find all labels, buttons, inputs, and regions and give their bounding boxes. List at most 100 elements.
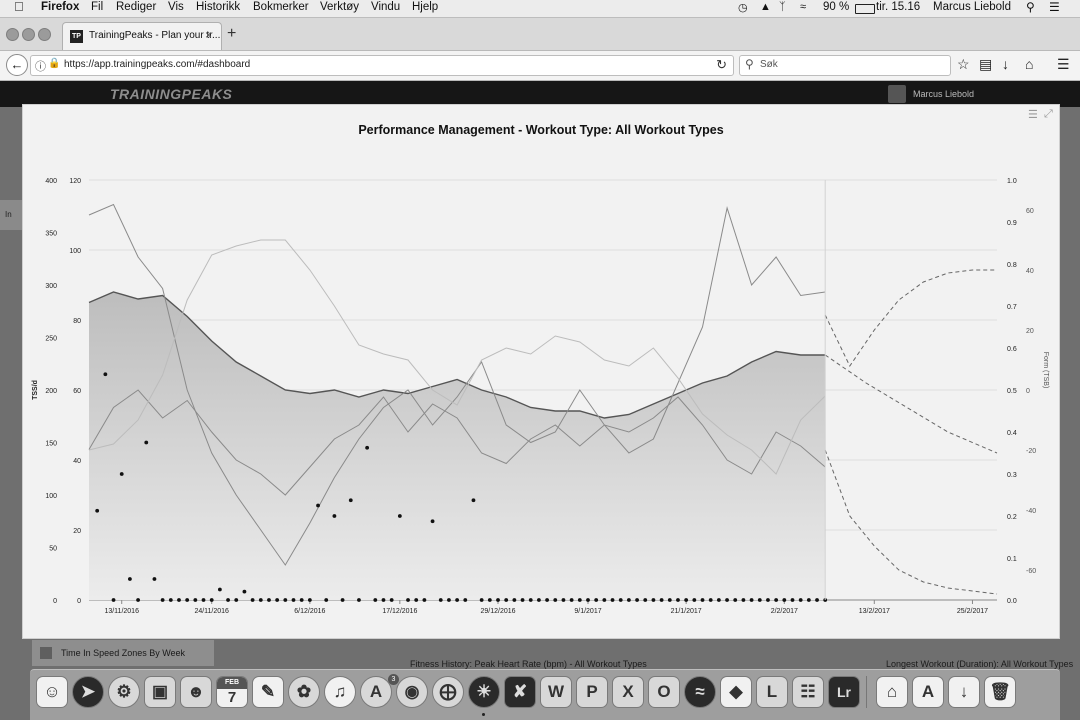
series-area-fill-0 <box>89 292 826 600</box>
tss-point-0 <box>95 508 100 513</box>
excel-icon[interactable]: X <box>612 676 644 708</box>
user-name[interactable]: Marcus Liebold <box>913 89 974 99</box>
downloads-folder-icon[interactable]: ↓ <box>948 676 980 708</box>
menu-historikk[interactable]: Historikk <box>196 1 240 13</box>
battery-icon[interactable] <box>855 4 875 14</box>
tss-tick-label-2: 100 <box>45 493 57 500</box>
fitness-tick-label-0: 0 <box>77 598 81 605</box>
app-l-icon[interactable]: L <box>756 676 788 708</box>
menu-app-firefox[interactable]: Firefox <box>41 1 79 13</box>
photos-icon[interactable]: ✿ <box>288 676 320 708</box>
calendar-icon[interactable]: FEB 7 <box>216 676 248 708</box>
if-tick-label-8: 0.8 <box>1007 262 1017 269</box>
tab-close-icon[interactable]: × <box>205 28 212 42</box>
wifi-icon[interactable]: ≈ <box>800 1 806 13</box>
trash-icon[interactable]: 🗑 <box>984 676 1016 708</box>
apple-icon[interactable]:  <box>14 0 24 14</box>
reload-icon[interactable]: ↻ <box>716 57 727 73</box>
window-zoom-button[interactable] <box>38 28 51 41</box>
downloads-icon[interactable]: ↓ <box>1002 56 1009 72</box>
applications-folder-icon[interactable]: A <box>912 676 944 708</box>
calendar-day: 7 <box>227 689 237 706</box>
image-capture-icon[interactable]: ☷ <box>792 676 824 708</box>
search-placeholder[interactable]: Søk <box>760 59 778 70</box>
menu-user[interactable]: Marcus Liebold <box>933 1 1011 13</box>
tss-point-75 <box>708 598 713 602</box>
bookmark-star-icon[interactable]: ☆ <box>957 56 970 73</box>
x-tick-label-2: 6/12/2016 <box>294 608 325 615</box>
menu-clock[interactable]: tir. 15.16 <box>876 1 920 13</box>
tss-point-53 <box>528 598 533 602</box>
window-minimize-button[interactable] <box>22 28 35 41</box>
menu-hjelp[interactable]: Hjelp <box>412 1 438 13</box>
tss-point-31 <box>348 498 353 503</box>
form-tick-label-4: 20 <box>1026 328 1034 335</box>
contacts-icon[interactable]: ☻ <box>180 676 212 708</box>
time-machine-icon[interactable]: ◷ <box>738 1 748 14</box>
trainingpeaks-logo[interactable]: TRAININGPEAKS <box>110 86 232 102</box>
menu-rediger[interactable]: Rediger <box>116 1 156 13</box>
search-bar[interactable]: ⚲ Søk <box>739 55 951 76</box>
spotlight-search-icon[interactable]: ⚲ <box>1026 0 1035 14</box>
tss-point-38 <box>406 598 410 602</box>
tss-point-36 <box>389 598 394 602</box>
cross-app-icon[interactable]: ✘ <box>504 676 536 708</box>
tss-point-15 <box>217 587 222 592</box>
tss-point-69 <box>659 598 664 602</box>
tss-point-58 <box>569 598 574 602</box>
reading-list-icon[interactable]: ▤ <box>979 56 992 73</box>
url-bar[interactable]: ⓘ 🔒 https://app.trainingpeaks.com/#dashb… <box>30 55 734 76</box>
firefox-icon[interactable]: ☀ <box>468 676 500 708</box>
menu-verktoy[interactable]: Verktøy <box>320 1 359 13</box>
home-icon[interactable]: ⌂ <box>1025 56 1033 72</box>
notes-icon[interactable]: ✎ <box>252 676 284 708</box>
tss-point-68 <box>651 598 656 602</box>
tss-point-7 <box>152 577 157 581</box>
lightroom-icon[interactable]: Lr <box>828 676 860 708</box>
tss-point-42 <box>438 598 443 602</box>
fitness-tick-label-6: 120 <box>69 178 81 185</box>
tss-point-32 <box>357 598 361 602</box>
powerpoint-icon[interactable]: P <box>576 676 608 708</box>
speed-zones-tile[interactable]: Time In Speed Zones By Week <box>32 640 214 666</box>
word-icon[interactable]: W <box>540 676 572 708</box>
performance-chart: 050100150200250300350400020406080100120T… <box>32 178 1049 615</box>
tss-point-35 <box>381 598 386 602</box>
if-tick-label-2: 0.2 <box>1007 514 1017 521</box>
finder-icon[interactable]: ☺ <box>36 676 68 708</box>
chrome-icon[interactable]: ◉ <box>396 676 428 708</box>
status-triangle-icon[interactable]: ▲ <box>760 1 771 13</box>
home-folder-icon[interactable]: ⌂ <box>876 676 908 708</box>
site-info-icon[interactable]: ⓘ <box>35 58 46 74</box>
window-close-button[interactable] <box>6 28 19 41</box>
hamburger-menu-icon[interactable]: ☰ <box>1057 56 1070 73</box>
browser-tab[interactable]: TP TrainingPeaks - Plan your tr... × <box>62 22 222 50</box>
dropbox-icon[interactable]: ◆ <box>720 676 752 708</box>
bluetooth-icon[interactable]: ᛉ <box>779 1 786 13</box>
form-tick-label-0: -60 <box>1026 568 1036 575</box>
url-text[interactable]: https://app.trainingpeaks.com/#dashboard <box>64 59 250 70</box>
tss-point-61 <box>594 598 599 602</box>
tss-point-50 <box>504 598 509 602</box>
if-tick-label-9: 0.9 <box>1007 220 1017 227</box>
launchpad-icon[interactable]: ➤ <box>72 676 104 708</box>
menu-bokmerker[interactable]: Bokmerker <box>253 1 309 13</box>
itunes-icon[interactable]: ♫ <box>324 676 356 708</box>
avatar[interactable] <box>888 85 906 103</box>
new-tab-button[interactable]: + <box>227 25 236 43</box>
menu-vindu[interactable]: Vindu <box>371 1 400 13</box>
outlook-icon[interactable]: O <box>648 676 680 708</box>
menu-vis[interactable]: Vis <box>168 1 184 13</box>
back-button[interactable]: ← <box>6 54 28 76</box>
system-preferences-icon[interactable]: ⚙ <box>108 676 140 708</box>
tss-point-14 <box>209 598 214 602</box>
fitness-tick-label-2: 40 <box>73 458 81 465</box>
safari-icon[interactable]: ⨁ <box>432 676 464 708</box>
tss-tick-label-5: 250 <box>45 336 57 343</box>
notification-center-icon[interactable]: ☰ <box>1049 0 1060 14</box>
tss-tick-label-8: 400 <box>45 178 57 185</box>
menu-fil[interactable]: Fil <box>91 1 103 13</box>
spotify-icon[interactable]: ≈ <box>684 676 716 708</box>
preview-icon[interactable]: ▣ <box>144 676 176 708</box>
battery-percent[interactable]: 90 % <box>823 1 849 13</box>
